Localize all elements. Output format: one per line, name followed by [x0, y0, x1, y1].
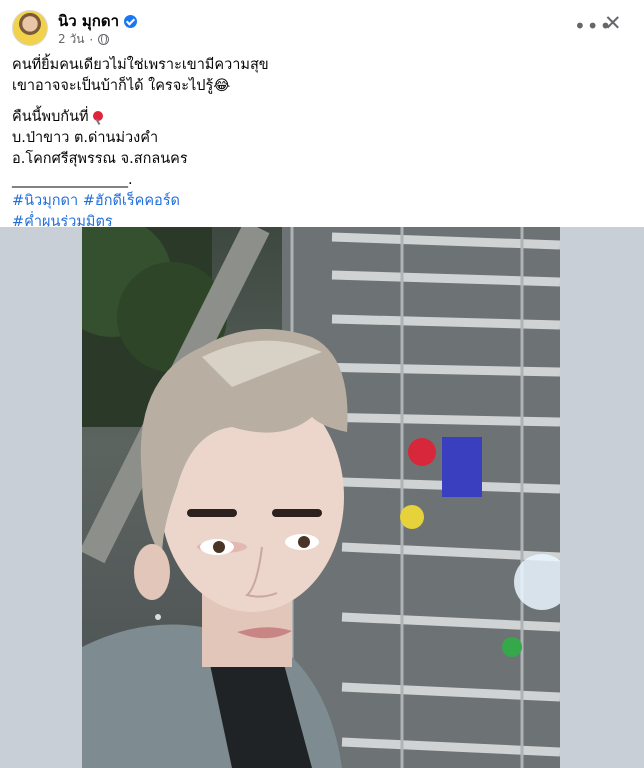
hashtag-link[interactable]: #นิวมุกดา #ฮักดีเร็คคอร์ด [12, 191, 612, 212]
selfie-image [82, 227, 560, 768]
author-avatar[interactable] [12, 10, 48, 46]
post-line: ________________. [12, 172, 133, 188]
post-media [0, 227, 644, 768]
post-meta: 2 วัน · [58, 30, 110, 49]
post-line: บ.ป่าขาว ต.ด่านม่วงคำ [12, 130, 159, 146]
post-time[interactable]: 2 วัน [58, 30, 84, 49]
post-line: คนที่ยิ้มคนเดียวไม่ใช่เพราะเขามีความสุข [12, 57, 269, 73]
close-icon[interactable]: ✕ [604, 11, 622, 35]
pushpin-icon [92, 111, 103, 121]
post-line: เขาอาจจะเป็นบ้าก็ได้ ใครจะไปรู้😂 [12, 78, 231, 94]
post-text: คนที่ยิ้มคนเดียวไม่ใช่เพราะเขามีความสุข … [12, 55, 612, 233]
post-line-location-intro: คืนนี้พบกันที่ [12, 107, 612, 128]
post-header: นิว มุกดา 2 วัน · ••• ✕ [0, 0, 644, 52]
post-line: อ.โคกศรีสุพรรณ จ.สกลนคร [12, 151, 188, 167]
post-photo[interactable] [82, 227, 560, 768]
public-globe-icon [98, 34, 110, 45]
verified-badge-icon [124, 14, 138, 28]
